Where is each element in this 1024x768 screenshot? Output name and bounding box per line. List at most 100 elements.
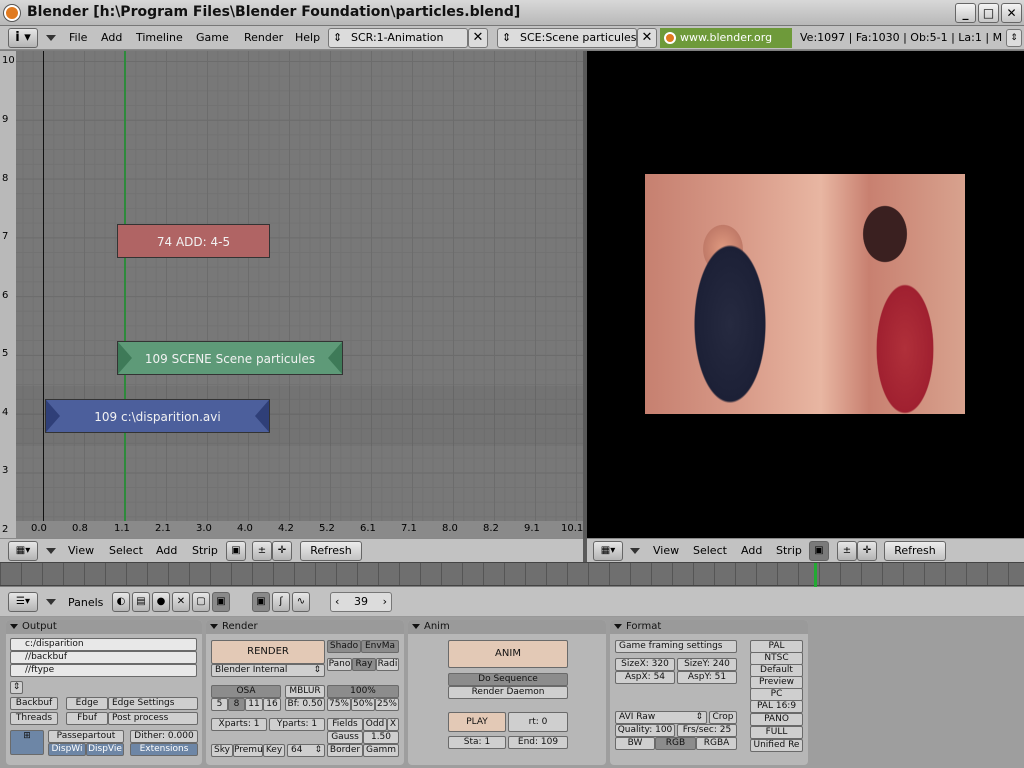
unified-renderer-toggle[interactable]: Unified Re [750,739,803,752]
menu-timeline[interactable]: Timeline [136,31,183,44]
panel-header[interactable]: Render [206,620,404,634]
delete-screen-button[interactable]: ✕ [468,28,488,48]
dither-field[interactable]: Dither: 0.000 [130,730,198,743]
render-button[interactable]: RENDER [211,640,325,664]
menu-file[interactable]: File [69,31,87,44]
sky-toggle[interactable]: Sky [211,744,233,757]
collapse-triangle-icon[interactable] [412,624,420,629]
menu-add[interactable]: Add [101,31,122,44]
preset-pano[interactable]: PANO [750,713,803,726]
osa-toggle[interactable]: OSA [211,685,281,698]
fps-field[interactable]: Frs/sec: 25 [677,724,737,737]
decrement-icon[interactable]: ‹ [335,593,339,611]
rt-field[interactable]: rt: 0 [508,712,568,732]
render-buttons-icon[interactable]: ▣ [252,592,270,612]
pan-icon[interactable]: ✛ [272,541,292,561]
current-frame-marker[interactable] [814,563,817,587]
play-button[interactable]: PLAY [448,712,506,732]
asp-y-field[interactable]: AspY: 51 [677,671,737,684]
panel-header[interactable]: Format [610,620,808,634]
preset-pal-16-9[interactable]: PAL 16:9 [750,700,803,713]
collapse-menu-icon[interactable] [630,548,640,554]
menu-strip[interactable]: Strip [776,544,802,557]
collapse-menu-icon[interactable] [46,35,56,41]
object-context-icon[interactable]: ✕ [172,592,190,612]
odd-toggle[interactable]: Odd [363,718,387,731]
fields-toggle[interactable]: Fields [327,718,363,731]
game-framing-button[interactable]: Game framing settings [615,640,737,653]
anim-buttons-icon[interactable]: ʃ [272,592,290,612]
logic-context-icon[interactable]: ◐ [112,592,130,612]
menu-view[interactable]: View [68,544,94,557]
menu-select[interactable]: Select [693,544,727,557]
preset-full[interactable]: FULL [750,726,803,739]
osa-8[interactable]: 8 [228,698,245,711]
osa-5[interactable]: 5 [211,698,228,711]
dispwin-grid-icon[interactable]: ⊞ [10,730,44,755]
do-sequence-toggle[interactable]: Do Sequence [448,673,568,686]
display-mode-icon[interactable]: ▣ [226,541,246,561]
menu-strip[interactable]: Strip [192,544,218,557]
scene-context-icon[interactable]: ▣ [212,592,230,612]
envmap-toggle[interactable]: EnvMa [361,640,399,653]
scene-link-dropdown[interactable]: ⇕ [10,681,23,694]
sequencer-image-preview[interactable] [587,51,1024,538]
dispwin-toggle[interactable]: DispWi [48,743,86,756]
menu-help[interactable]: Help [295,31,320,44]
display-image-icon[interactable]: ▣ [809,541,829,561]
key-toggle[interactable]: Key [263,744,285,757]
premul-toggle[interactable]: Premu [233,744,263,757]
xparts-field[interactable]: Xparts: 1 [211,718,267,731]
bits-dropdown[interactable]: 64 ⇕ [287,744,325,757]
scene-selector[interactable]: ⇕ SCE:Scene particules [497,28,637,48]
strip-right-handle[interactable] [328,342,342,374]
close-button[interactable]: ✕ [1001,3,1022,23]
gamma-toggle[interactable]: Gamm [363,744,399,757]
current-frame-field[interactable]: ‹ 39 › [330,592,392,612]
menu-add[interactable]: Add [741,544,762,557]
radio-toggle[interactable]: Radi [376,658,399,671]
anim-button[interactable]: ANIM [448,640,568,668]
size-50-toggle[interactable]: 50% [351,698,375,711]
collapse-menu-icon[interactable] [46,548,56,554]
increment-icon[interactable]: › [383,593,387,611]
passepartout-toggle[interactable]: Passepartout [48,730,124,743]
screen-selector[interactable]: ⇕ SCR:1-Animation [328,28,468,48]
menu-view[interactable]: View [653,544,679,557]
pano-toggle[interactable]: Pano [327,658,352,671]
backbuf-toggle[interactable]: Backbuf [10,697,58,710]
menu-add[interactable]: Add [156,544,177,557]
render-daemon-toggle[interactable]: Render Daemon [448,686,568,699]
gauss-dropdown[interactable]: Gauss [327,731,363,744]
refresh-button[interactable]: Refresh [300,541,362,561]
crop-toggle[interactable]: Crop [709,711,737,724]
osa-16[interactable]: 16 [263,698,281,711]
size-25-toggle[interactable]: 25% [375,698,399,711]
ray-toggle[interactable]: Ray [352,658,376,671]
file-format-dropdown[interactable]: AVI Raw ⇕ [615,711,707,724]
x-toggle[interactable]: X [387,718,399,731]
menu-render[interactable]: Render [244,31,283,44]
collapse-triangle-icon[interactable] [10,624,18,629]
bf-field[interactable]: Bf: 0.50 [285,698,325,711]
delete-scene-button[interactable]: ✕ [637,28,657,48]
rgba-toggle[interactable]: RGBA [696,737,737,750]
panel-header[interactable]: Anim [408,620,606,634]
sequencer-window-type-icon[interactable]: ▦▾ [593,541,623,561]
gauss-value-field[interactable]: 1.50 [363,731,399,744]
pan-icon[interactable]: ✛ [857,541,877,561]
edge-toggle[interactable]: Edge [66,697,108,710]
refresh-button[interactable]: Refresh [884,541,946,561]
collapse-triangle-icon[interactable] [210,624,218,629]
edge-settings-button[interactable]: Edge Settings [108,697,198,710]
backbuf-path-field[interactable]: //backbuf [10,651,197,664]
script-context-icon[interactable]: ▤ [132,592,150,612]
buttons-window-type-icon[interactable]: ☰▾ [8,592,38,612]
post-process-button[interactable]: Post process [108,712,198,725]
maximize-button[interactable]: □ [978,3,999,23]
start-frame-field[interactable]: Sta: 1 [448,736,506,749]
dispview-toggle[interactable]: DispVie [86,743,124,756]
sequencer-window-type-icon[interactable]: ▦▾ [8,541,38,561]
end-frame-field[interactable]: End: 109 [508,736,568,749]
yparts-field[interactable]: Yparts: 1 [269,718,325,731]
